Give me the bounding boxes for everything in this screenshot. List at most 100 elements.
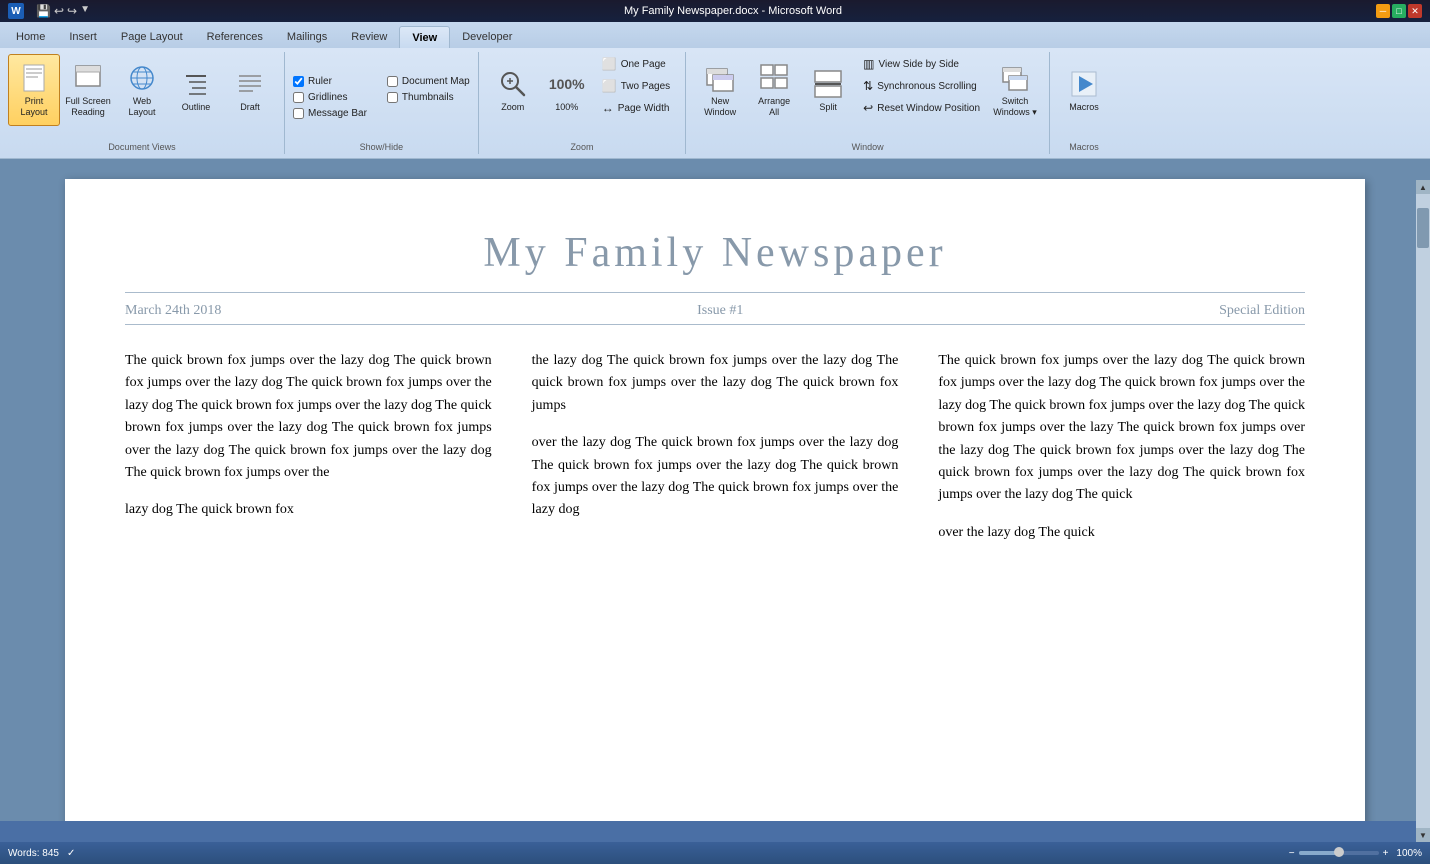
zoom-in-btn[interactable]: + [1383, 848, 1389, 859]
group-document-views: PrintLayout Full ScreenReading [0, 52, 285, 154]
thumbnails-check[interactable]: Thumbnails [387, 91, 470, 104]
two-pages-label: Two Pages [621, 81, 670, 92]
zoom-out-btn[interactable]: − [1289, 848, 1295, 859]
doc-col-1: The quick brown fox jumps over the lazy … [125, 350, 492, 559]
new-window-btn[interactable]: NewWindow [694, 54, 746, 126]
view-side-icon: ▥ [863, 57, 874, 71]
switch-windows-label: SwitchWindows ▾ [993, 96, 1037, 118]
doc-col-2: the lazy dog The quick brown fox jumps o… [532, 350, 899, 559]
ruler-checkbox[interactable] [293, 76, 304, 87]
group-zoom: Zoom 100% 100% ⬜ One Page ⬜ Two Pages [479, 52, 686, 154]
close-btn[interactable]: ✕ [1408, 4, 1422, 18]
word-count: Words: 845 [8, 848, 59, 859]
arrange-all-btn[interactable]: ArrangeAll [748, 54, 800, 126]
view-side-label: View Side by Side [879, 59, 959, 70]
message-bar-label: Message Bar [308, 108, 367, 119]
reset-window-icon: ↩ [863, 101, 873, 115]
app-icon: W [8, 3, 24, 19]
save-qa-btn[interactable]: 💾 [36, 4, 51, 18]
one-page-btn[interactable]: ⬜ One Page [595, 54, 677, 74]
sync-scroll-label: Synchronous Scrolling [877, 81, 977, 92]
web-layout-label: WebLayout [128, 96, 155, 118]
maximize-btn[interactable]: □ [1392, 4, 1406, 18]
message-bar-check[interactable]: Message Bar [293, 107, 367, 120]
ribbon-content: PrintLayout Full ScreenReading [0, 48, 1430, 158]
gridlines-check[interactable]: Gridlines [293, 91, 367, 104]
message-bar-checkbox[interactable] [293, 108, 304, 119]
view-side-btn[interactable]: ▥ View Side by Side [856, 54, 987, 74]
gridlines-checkbox[interactable] [293, 92, 304, 103]
split-icon [812, 68, 844, 100]
tab-references[interactable]: References [195, 26, 275, 48]
print-layout-icon [18, 62, 50, 94]
scroll-down-btn[interactable]: ▼ [1416, 828, 1430, 842]
window-title: My Family Newspaper.docx - Microsoft Wor… [624, 5, 842, 17]
two-pages-icon: ⬜ [602, 79, 617, 93]
gridlines-label: Gridlines [308, 92, 347, 103]
undo-qa-btn[interactable]: ↩ [54, 4, 64, 18]
tab-mailings[interactable]: Mailings [275, 26, 339, 48]
sync-scroll-icon: ⇅ [863, 79, 873, 93]
outline-label: Outline [182, 102, 211, 112]
tab-page-layout[interactable]: Page Layout [109, 26, 195, 48]
redo-qa-btn[interactable]: ↪ [67, 4, 77, 18]
doc-map-checkbox[interactable] [387, 76, 398, 87]
sync-scroll-btn[interactable]: ⇅ Synchronous Scrolling [856, 76, 987, 96]
arrange-all-label: ArrangeAll [758, 96, 790, 118]
customize-qa-btn[interactable]: ▼ [80, 4, 90, 18]
two-pages-btn[interactable]: ⬜ Two Pages [595, 76, 677, 96]
split-label: Split [819, 102, 837, 112]
tab-insert[interactable]: Insert [57, 26, 109, 48]
spell-check-icon: ✓ [67, 848, 75, 859]
tab-developer[interactable]: Developer [450, 26, 524, 48]
thumbnails-checkbox[interactable] [387, 92, 398, 103]
ruler-label: Ruler [308, 76, 332, 87]
tab-view[interactable]: View [399, 26, 450, 48]
tab-review[interactable]: Review [339, 26, 399, 48]
status-bar: Words: 845 ✓ − + 100% [0, 842, 1430, 864]
page-width-label: Page Width [618, 103, 670, 114]
ruler-check[interactable]: Ruler [293, 75, 367, 88]
outline-icon [180, 68, 212, 100]
zoom-slider-thumb[interactable] [1334, 847, 1344, 857]
outline-btn[interactable]: Outline [170, 54, 222, 126]
100pct-btn[interactable]: 100% 100% [541, 54, 593, 126]
switch-windows-icon [999, 62, 1031, 94]
title-bar: W 💾 ↩ ↪ ▼ My Family Newspaper.docx - Mic… [0, 0, 1430, 22]
col3-para1: The quick brown fox jumps over the lazy … [938, 350, 1305, 507]
scroll-up-btn[interactable]: ▲ [1416, 180, 1430, 194]
print-layout-btn[interactable]: PrintLayout [8, 54, 60, 126]
group-macros: Macros Macros [1050, 52, 1118, 154]
macros-btn[interactable]: Macros [1058, 54, 1110, 126]
scroll-thumb[interactable] [1417, 208, 1429, 248]
col2-para2: over the lazy dog The quick brown fox ju… [532, 432, 899, 522]
document-page: My Family Newspaper March 24th 2018 Issu… [65, 179, 1365, 821]
doc-issue: Issue #1 [697, 303, 743, 319]
draft-label: Draft [240, 102, 260, 112]
doc-map-check[interactable]: Document Map [387, 75, 470, 88]
new-window-label: NewWindow [704, 96, 736, 118]
tab-home[interactable]: Home [4, 26, 57, 48]
zoom-btn[interactable]: Zoom [487, 54, 539, 126]
zoom-label: Zoom [501, 102, 524, 112]
switch-windows-btn[interactable]: SwitchWindows ▾ [989, 54, 1041, 126]
arrange-all-icon [758, 62, 790, 94]
col1-para2: lazy dog The quick brown fox [125, 499, 492, 521]
100pct-label: 100% [555, 102, 578, 112]
full-screen-btn[interactable]: Full ScreenReading [62, 54, 114, 126]
reset-window-btn[interactable]: ↩ Reset Window Position [856, 98, 987, 118]
group-window: NewWindow ArrangeAll [686, 52, 1050, 154]
full-screen-icon [72, 62, 104, 94]
minimize-btn[interactable]: ─ [1376, 4, 1390, 18]
doc-col-3: The quick brown fox jumps over the lazy … [938, 350, 1305, 559]
scrollbar[interactable]: ▲ ▼ [1416, 180, 1430, 842]
macros-icon [1068, 68, 1100, 100]
page-width-btn[interactable]: ↔ Page Width [595, 98, 677, 118]
web-layout-btn[interactable]: WebLayout [116, 54, 168, 126]
draft-btn[interactable]: Draft [224, 54, 276, 126]
ribbon: Home Insert Page Layout References Maili… [0, 22, 1430, 159]
split-btn[interactable]: Split [802, 54, 854, 126]
group-show-hide: Ruler Gridlines Message Bar Document Map [285, 52, 479, 154]
new-window-icon [704, 62, 736, 94]
doc-map-label: Document Map [402, 76, 470, 87]
